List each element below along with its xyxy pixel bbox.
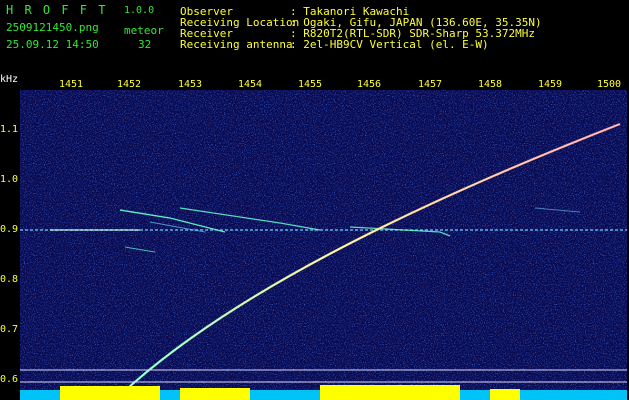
level-strip-active xyxy=(60,386,160,400)
app-brand: H R O F F T xyxy=(6,3,108,17)
hroft-screen: { "app": { "brand": "H R O F F T", "vers… xyxy=(0,0,629,400)
spectrogram xyxy=(20,90,627,400)
freq-tick: 0.6 xyxy=(0,374,19,385)
level-strip-active xyxy=(490,389,520,400)
antenna-value: : 2el-HB9CV Vertical (el. E-W) xyxy=(290,38,489,51)
datetime-stamp: 25.09.12 14:50 xyxy=(6,38,99,51)
level-strip-active xyxy=(180,388,250,400)
frequency-unit-label: kHz xyxy=(0,74,19,85)
antenna-label: Receiving antenna xyxy=(180,38,293,51)
freq-tick: 0.7 xyxy=(0,324,19,335)
noise-floor xyxy=(20,90,627,400)
meteor-label: meteor xyxy=(124,24,164,37)
meteor-count: 32 xyxy=(138,38,152,51)
level-strip-active xyxy=(320,385,460,400)
app-version: 1.0.0 xyxy=(124,5,155,16)
freq-tick: 0.8 xyxy=(0,274,19,285)
image-filename: 2509121450.png xyxy=(6,21,99,34)
freq-tick: 1.1 xyxy=(0,124,19,135)
freq-tick: 1.0 xyxy=(0,174,19,185)
freq-tick: 0.9 xyxy=(0,224,19,235)
